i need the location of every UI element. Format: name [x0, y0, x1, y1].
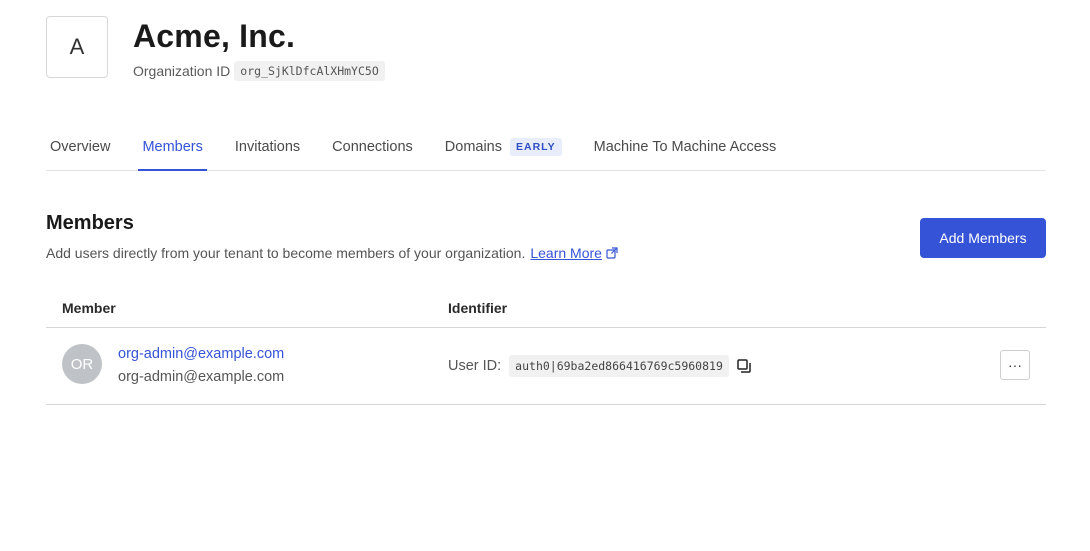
- external-link-icon: [606, 247, 618, 259]
- organization-page: A Acme, Inc. Organization ID org_SjKlDfc…: [0, 0, 1090, 551]
- table-row: OR org-admin@example.com org-admin@examp…: [46, 328, 1046, 405]
- page-title: Acme, Inc.: [133, 18, 296, 54]
- tab-label: Members: [142, 139, 203, 155]
- tab-bar: Overview Members Invitations Connections…: [46, 124, 1046, 171]
- column-header-identifier: Identifier: [448, 300, 508, 316]
- tab-label: Machine To Machine Access: [593, 139, 777, 155]
- identifier-label: User ID:: [448, 358, 502, 374]
- org-id-label: Organization ID: [133, 63, 231, 79]
- table-header: Member Identifier: [46, 288, 1046, 328]
- tab-connections[interactable]: Connections: [328, 124, 417, 170]
- tab-label: Overview: [50, 139, 111, 155]
- tab-machine-to-machine-access[interactable]: Machine To Machine Access: [590, 124, 781, 170]
- tab-domains[interactable]: Domains EARLY: [441, 124, 566, 170]
- learn-more-label: Learn More: [530, 245, 602, 261]
- org-id-value: org_SjKlDfcAlXHmYC5O: [234, 61, 385, 81]
- tab-overview[interactable]: Overview: [46, 124, 114, 170]
- early-badge: EARLY: [510, 138, 562, 156]
- tab-members[interactable]: Members: [138, 124, 208, 171]
- section-title: Members: [46, 212, 134, 234]
- org-avatar-letter: A: [69, 34, 85, 59]
- identifier-cell: User ID: auth0|69ba2ed866416769c5960819: [448, 355, 751, 377]
- description-text: Add users directly from your tenant to b…: [46, 245, 526, 261]
- member-email: org-admin@example.com: [118, 369, 285, 385]
- tab-invitations[interactable]: Invitations: [231, 124, 304, 170]
- tab-label: Invitations: [234, 139, 301, 155]
- org-avatar: A: [46, 16, 108, 78]
- column-header-member: Member: [62, 300, 116, 316]
- org-id-row: Organization ID org_SjKlDfcAlXHmYC5O: [133, 61, 385, 81]
- copy-icon[interactable]: [737, 359, 751, 373]
- more-actions-button[interactable]: ···: [1000, 350, 1030, 380]
- member-name-link[interactable]: org-admin@example.com: [118, 346, 284, 362]
- members-table: Member Identifier OR org-admin@example.c…: [46, 288, 1046, 405]
- user-id-value: auth0|69ba2ed866416769c5960819: [509, 355, 729, 377]
- tab-label: Connections: [332, 139, 413, 155]
- tab-label: Domains: [444, 139, 502, 155]
- section-description: Add users directly from your tenant to b…: [46, 245, 618, 261]
- more-horizontal-icon: ···: [1008, 357, 1022, 373]
- avatar: OR: [62, 344, 102, 384]
- learn-more-link[interactable]: Learn More: [530, 245, 618, 261]
- add-members-button[interactable]: Add Members: [920, 218, 1046, 258]
